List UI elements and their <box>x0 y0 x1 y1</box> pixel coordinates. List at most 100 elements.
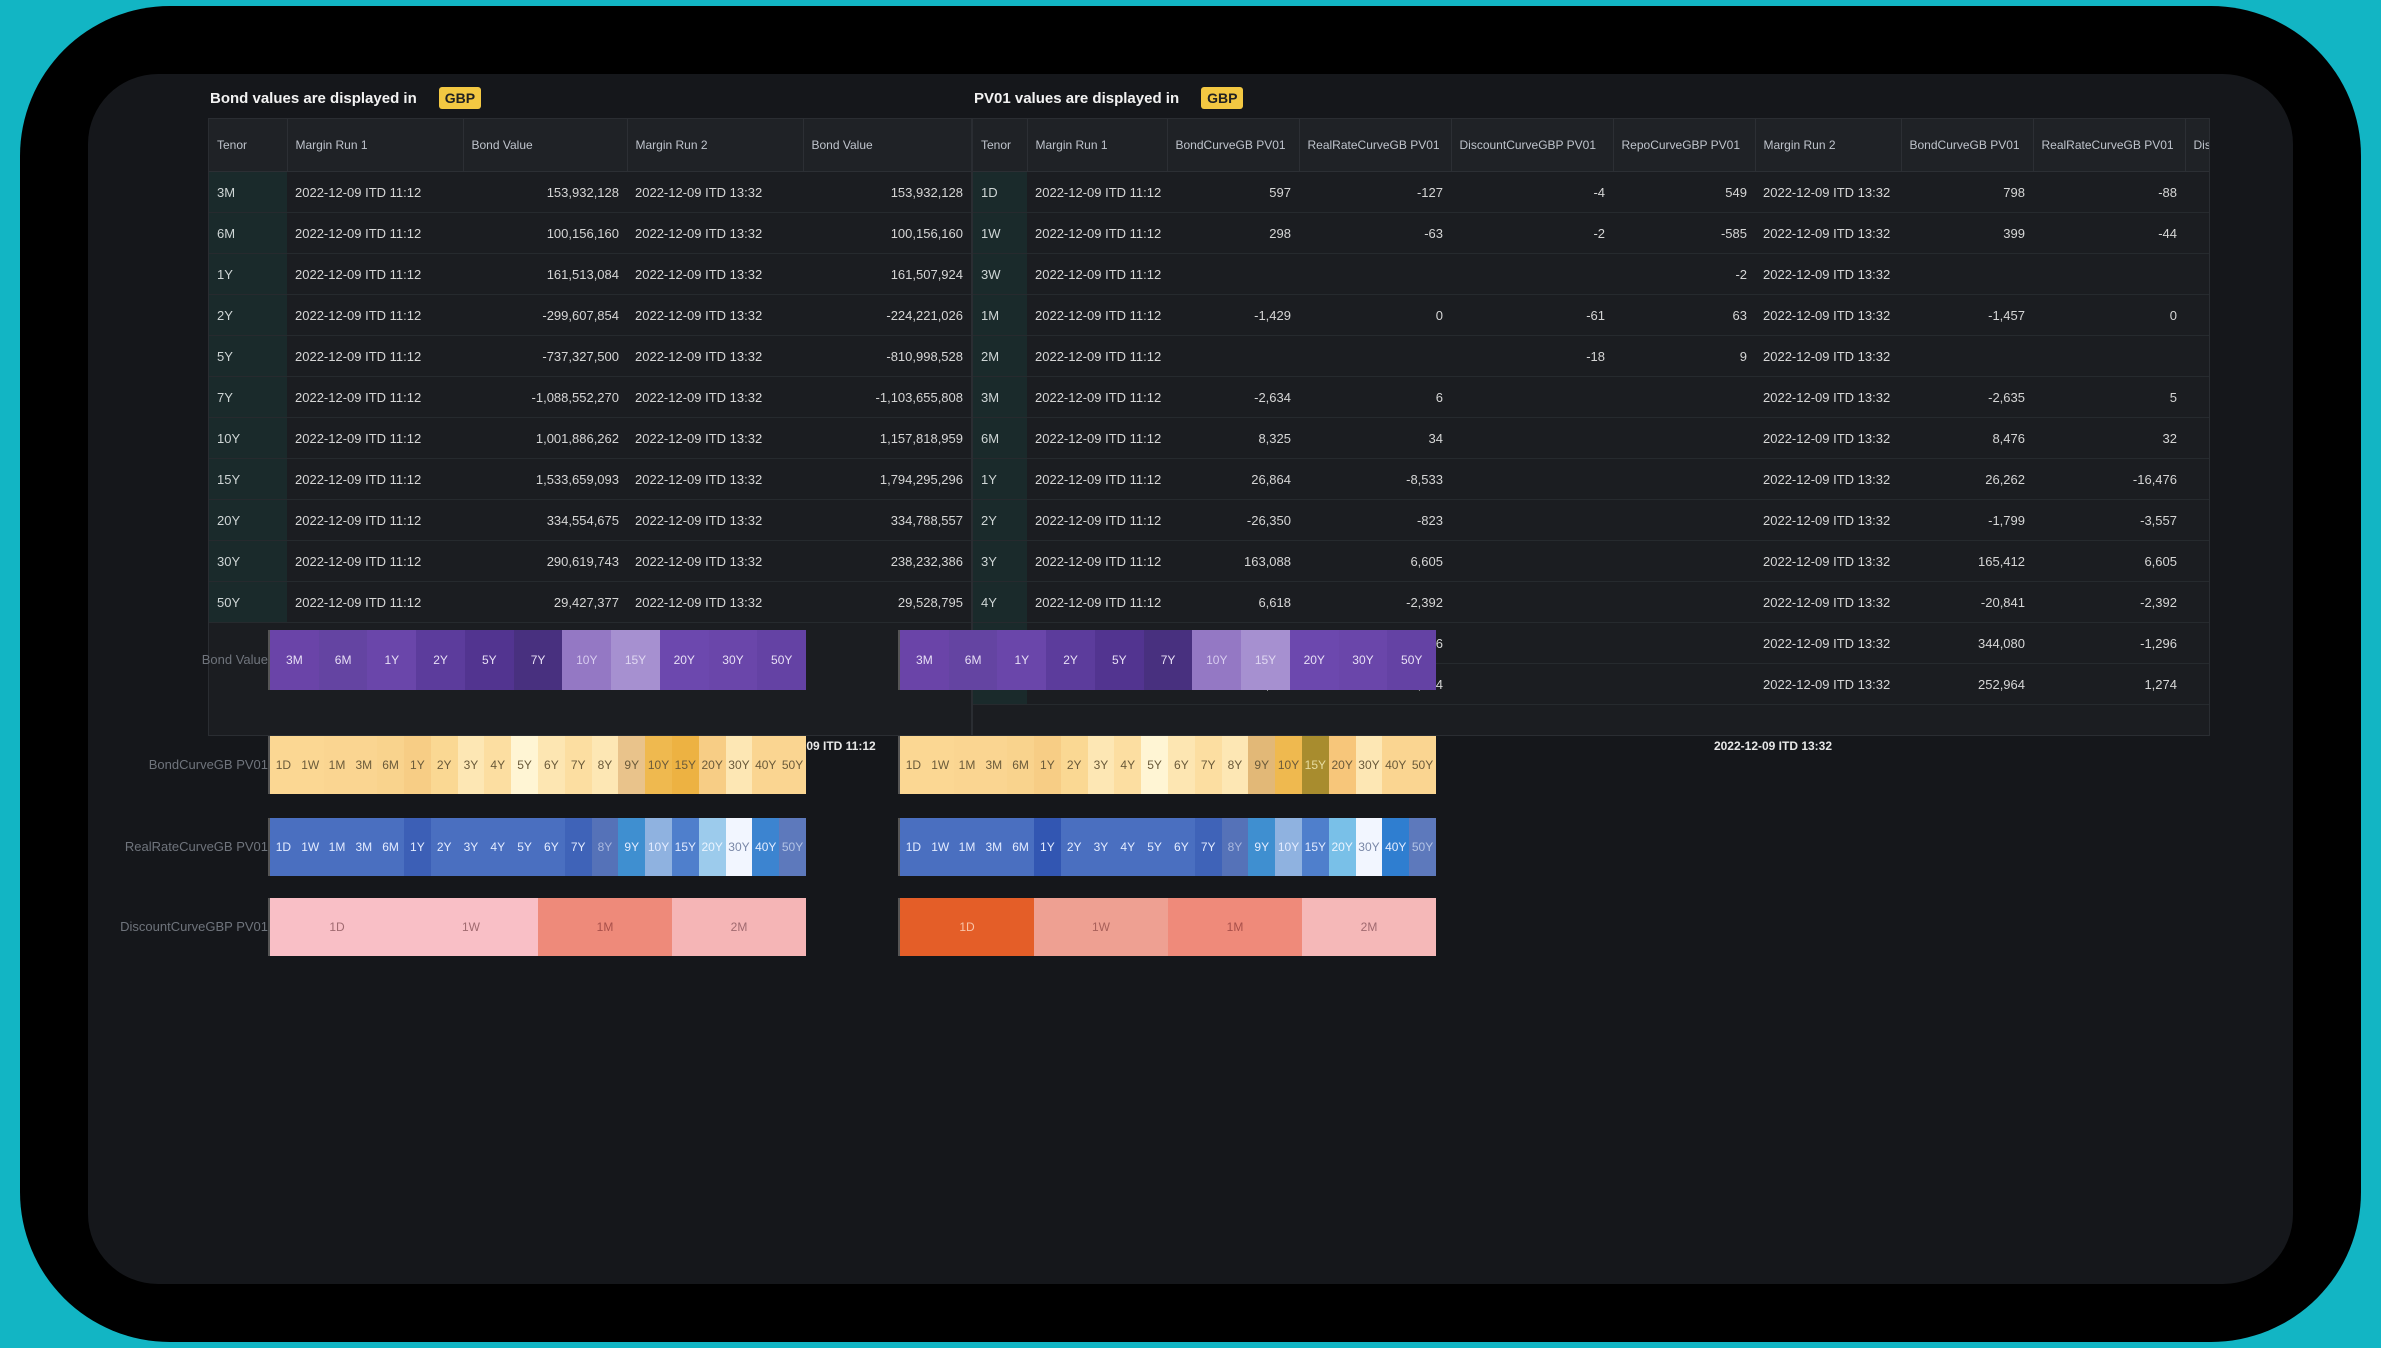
heatmap-cell[interactable]: 2Y <box>430 736 458 794</box>
heatmap-cell[interactable]: 1D <box>900 736 927 794</box>
heatmap-cell[interactable]: 30Y <box>1355 736 1383 794</box>
bond-table-column-header[interactable]: Margin Run 2 <box>627 119 804 172</box>
bond-table-row[interactable]: 10Y 2022-12-09 ITD 11:12 1,001,886,262 2022… <box>209 417 971 459</box>
heatmap-cell[interactable]: 3M <box>350 818 378 876</box>
heatmap-cell[interactable]: 9Y <box>618 818 646 876</box>
bond-table-row[interactable]: 3M 2022-12-09 ITD 11:12 153,932,128 2022-12… <box>209 171 971 213</box>
heatmap-cell[interactable]: 20Y <box>698 736 726 794</box>
heatmap-cell[interactable]: 8Y <box>1221 736 1249 794</box>
heatmap-cell[interactable]: 40Y <box>1382 818 1410 876</box>
bond-table-column-header[interactable]: Margin Run 1 <box>287 119 464 172</box>
pv01-table-column-header[interactable]: Disco <box>2185 119 2209 172</box>
heatmap-cell[interactable]: 8Y <box>1221 818 1249 876</box>
heatmap-cell[interactable]: 20Y <box>1328 818 1356 876</box>
heatmap-cell[interactable]: 40Y <box>752 736 780 794</box>
heatmap-cell[interactable]: 1W <box>926 736 954 794</box>
heatmap-cell[interactable]: 1M <box>323 818 351 876</box>
bond-table-row[interactable]: 6M 2022-12-09 ITD 11:12 100,156,160 2022-12… <box>209 212 971 254</box>
bond-table-row[interactable]: 15Y 2022-12-09 ITD 11:12 1,533,659,093 2022… <box>209 458 971 500</box>
pv01-table-column-header[interactable]: RealRateCurveGB PV01 <box>1299 119 1452 172</box>
bond-table-column-header[interactable]: Bond Value <box>463 119 628 172</box>
heatmap-cell[interactable]: 5Y <box>1141 736 1168 794</box>
heatmap-cell[interactable]: 5Y <box>1141 818 1168 876</box>
heatmap-cell[interactable]: 5Y <box>1094 630 1144 690</box>
pv01-table-column-header[interactable]: Margin Run 2 <box>1755 119 1902 172</box>
heatmap-cell[interactable]: 4Y <box>1114 736 1142 794</box>
heatmap-cell[interactable]: 6Y <box>537 818 565 876</box>
pv01-table-column-header[interactable]: Margin Run 1 <box>1027 119 1168 172</box>
heatmap-cell[interactable]: 10Y <box>1275 736 1302 794</box>
heatmap-cell[interactable]: 9Y <box>618 736 646 794</box>
heatmap-cell[interactable]: 1M <box>538 898 672 956</box>
heatmap-cell[interactable]: 1D <box>270 898 404 956</box>
bond-table-row[interactable]: 5Y 2022-12-09 ITD 11:12 -737,327,500 2022-1… <box>209 335 971 377</box>
heatmap-cell[interactable]: 1D <box>270 818 297 876</box>
heatmap-cell[interactable]: 6M <box>377 818 404 876</box>
pv01-table-column-header[interactable]: BondCurveGB PV01 <box>1901 119 2034 172</box>
heatmap-cell[interactable]: 10Y <box>645 736 672 794</box>
heatmap-cell[interactable]: 30Y <box>725 736 753 794</box>
heatmap-cell[interactable]: 5Y <box>511 736 538 794</box>
heatmap-cell[interactable]: 50Y <box>779 736 806 794</box>
bond-table-row[interactable]: 30Y 2022-12-09 ITD 11:12 290,619,743 2022-1… <box>209 540 971 582</box>
heatmap-cell[interactable]: 1Y <box>997 630 1047 690</box>
heatmap-cell[interactable]: 15Y <box>671 818 699 876</box>
heatmap-cell[interactable]: 6M <box>377 736 404 794</box>
pv01-table-row[interactable]: 2Y 2022-12-09 ITD 11:12 -26,350 -823 2022-12… <box>973 499 2209 541</box>
heatmap-cell[interactable]: 30Y <box>708 630 758 690</box>
heatmap-cell[interactable]: 3M <box>900 630 949 690</box>
pv01-table-row[interactable]: 1Y 2022-12-09 ITD 11:12 26,864 -8,533 2022-1… <box>973 458 2209 500</box>
heatmap-cell[interactable]: 1Y <box>403 736 431 794</box>
heatmap-cell[interactable]: 7Y <box>1143 630 1193 690</box>
heatmap-cell[interactable]: 1Y <box>367 630 417 690</box>
heatmap-cell[interactable]: 3Y <box>457 818 485 876</box>
heatmap-cell[interactable]: 8Y <box>591 736 619 794</box>
heatmap-cell[interactable]: 10Y <box>1275 818 1302 876</box>
heatmap-cell[interactable]: 10Y <box>645 818 672 876</box>
heatmap-cell[interactable]: 9Y <box>1248 736 1276 794</box>
heatmap-cell[interactable]: 2Y <box>416 630 465 690</box>
heatmap-cell[interactable]: 1M <box>953 736 981 794</box>
heatmap-cell[interactable]: 9Y <box>1248 818 1276 876</box>
heatmap-cell[interactable]: 1W <box>296 736 324 794</box>
heatmap-cell[interactable]: 7Y <box>1194 736 1222 794</box>
heatmap-cell[interactable]: 1W <box>404 898 538 956</box>
pv01-table-row[interactable]: 3M 2022-12-09 ITD 11:12 -2,634 6 2022-12-09 … <box>973 376 2209 418</box>
pv01-table-row[interactable]: 1D 2022-12-09 ITD 11:12 597 -127 -4 549 2022-1… <box>973 171 2209 213</box>
heatmap-cell[interactable]: 1M <box>1168 898 1302 956</box>
pv01-table-row[interactable]: 2M 2022-12-09 ITD 11:12 -18 9 2022-12-09 ITD… <box>973 335 2209 377</box>
heatmap-cell[interactable]: 5Y <box>511 818 538 876</box>
heatmap-cell[interactable]: 6Y <box>1167 818 1195 876</box>
heatmap-cell[interactable]: 3M <box>980 736 1008 794</box>
heatmap-cell[interactable]: 6M <box>948 630 998 690</box>
heatmap-cell[interactable]: 50Y <box>1409 818 1436 876</box>
heatmap-cell[interactable]: 1M <box>323 736 351 794</box>
heatmap-cell[interactable]: 6M <box>1007 736 1034 794</box>
heatmap-cell[interactable]: 1Y <box>403 818 431 876</box>
pv01-table-row[interactable]: 6M 2022-12-09 ITD 11:12 8,325 34 2022-12-09 … <box>973 417 2209 459</box>
heatmap-cell[interactable]: 4Y <box>1114 818 1142 876</box>
heatmap-cell[interactable]: 2Y <box>1060 736 1088 794</box>
bond-table-row[interactable]: 2Y 2022-12-09 ITD 11:12 -299,607,854 2022-1… <box>209 294 971 336</box>
heatmap-cell[interactable]: 1D <box>270 736 297 794</box>
bond-table-row[interactable]: 50Y 2022-12-09 ITD 11:12 29,427,377 2022-12… <box>209 581 971 623</box>
heatmap-cell[interactable]: 5Y <box>464 630 514 690</box>
pv01-table-column-header[interactable]: Tenor <box>973 119 1028 172</box>
heatmap-cell[interactable]: 30Y <box>725 818 753 876</box>
heatmap-cell[interactable]: 1D <box>900 818 927 876</box>
heatmap-cell[interactable]: 15Y <box>611 630 660 690</box>
heatmap-cell[interactable]: 4Y <box>484 736 512 794</box>
heatmap-cell[interactable]: 15Y <box>1241 630 1290 690</box>
heatmap-cell[interactable]: 2Y <box>1046 630 1095 690</box>
heatmap-cell[interactable]: 7Y <box>564 736 592 794</box>
heatmap-cell[interactable]: 15Y <box>671 736 699 794</box>
heatmap-cell[interactable]: 3Y <box>1087 736 1115 794</box>
heatmap-cell[interactable]: 7Y <box>513 630 563 690</box>
heatmap-cell[interactable]: 50Y <box>1409 736 1436 794</box>
pv01-table-column-header[interactable]: DiscountCurveGBP PV01 <box>1451 119 1614 172</box>
heatmap-cell[interactable]: 40Y <box>752 818 780 876</box>
bond-table-row[interactable]: 1Y 2022-12-09 ITD 11:12 161,513,084 2022-12… <box>209 253 971 295</box>
heatmap-cell[interactable]: 4Y <box>484 818 512 876</box>
heatmap-cell[interactable]: 1W <box>296 818 324 876</box>
heatmap-cell[interactable]: 3M <box>350 736 378 794</box>
